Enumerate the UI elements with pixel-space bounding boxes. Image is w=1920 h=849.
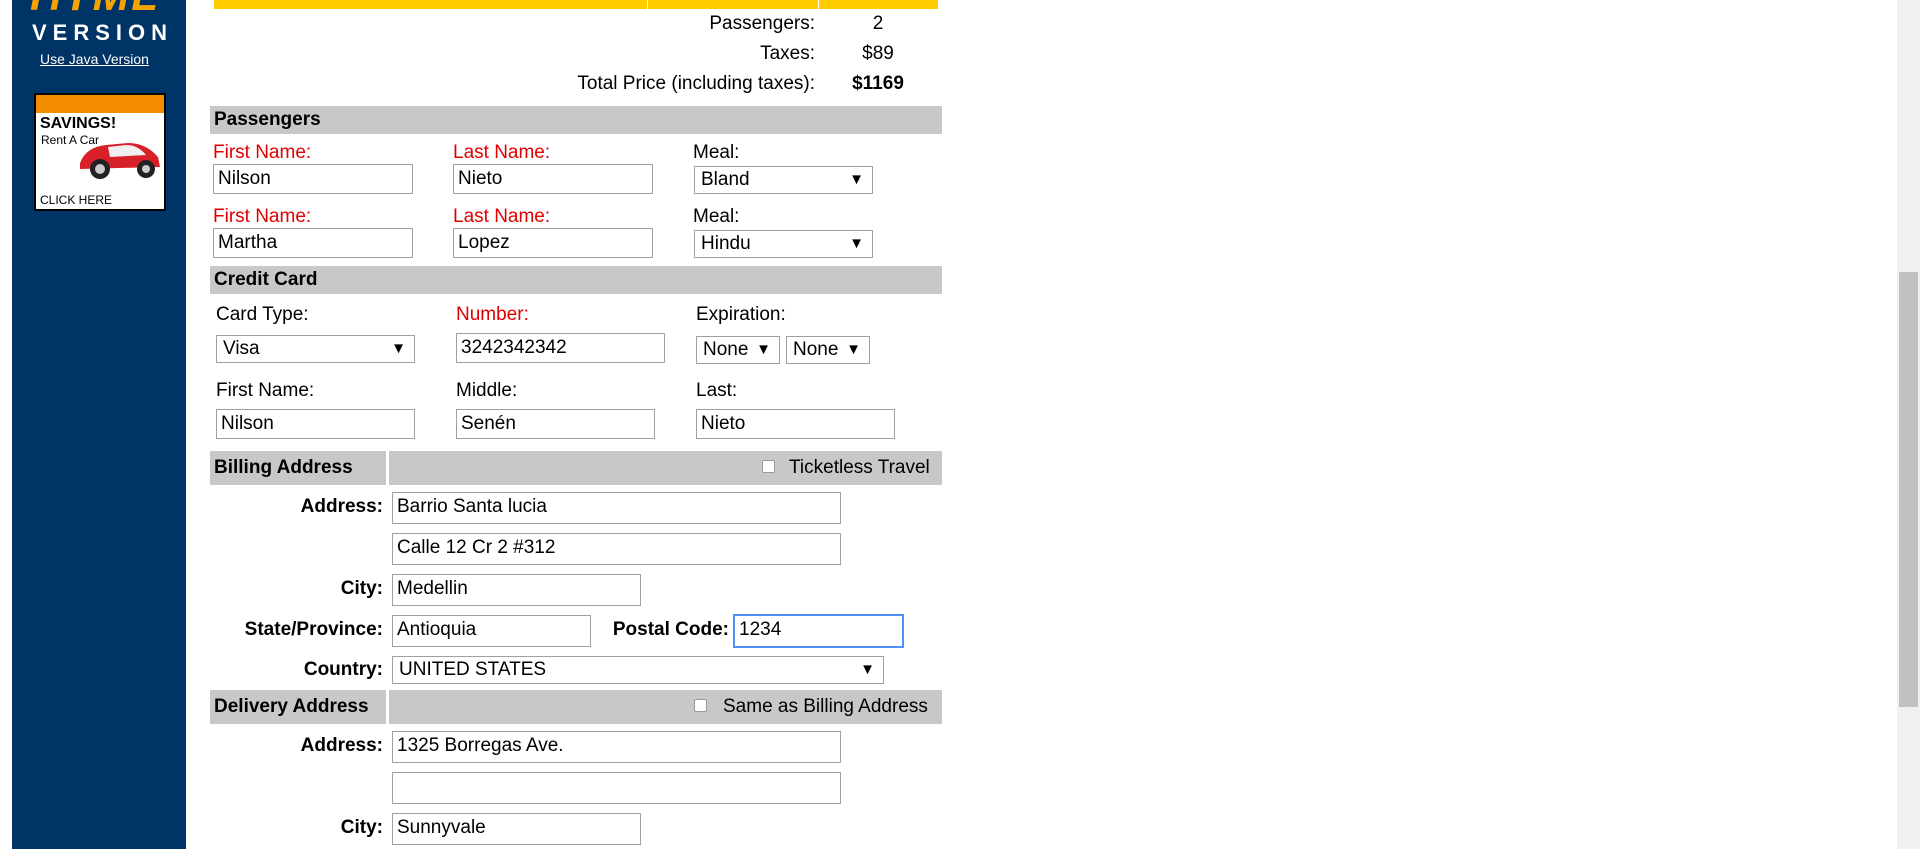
billing-address-line-1-input[interactable]: Barrio Santa lucia: [392, 492, 841, 524]
billing-address-section-header: Billing Address: [210, 451, 386, 485]
billing-address-label: Address:: [300, 496, 383, 517]
flight-row-highlight: [214, 0, 938, 9]
passenger-1-meal-value: Bland: [701, 169, 750, 190]
rent-a-car-ad[interactable]: SAVINGS! Rent A Car CLICK HERE: [34, 93, 166, 211]
logo-html: HTML: [30, 0, 160, 18]
row-separator: [818, 0, 819, 9]
billing-postal-code-input[interactable]: 1234: [733, 614, 904, 648]
same-as-billing-label: Same as Billing Address: [723, 696, 928, 717]
logo-version: VERSION: [32, 20, 174, 45]
card-first-name-label: First Name:: [216, 380, 315, 401]
passenger-1-meal-select[interactable]: Bland ▼: [694, 166, 873, 194]
expiration-label: Expiration:: [696, 304, 786, 325]
taxes-label: Taxes:: [760, 43, 815, 64]
billing-state-label: State/Province:: [244, 619, 383, 640]
row-separator: [647, 0, 648, 9]
passenger-1-first-name-input[interactable]: Nilson: [213, 164, 413, 194]
billing-address-section-title: Billing Address: [214, 457, 353, 478]
expiration-year-select[interactable]: None ▼: [786, 336, 870, 364]
card-first-name-input[interactable]: Nilson: [216, 409, 415, 439]
car-icon: [80, 143, 160, 179]
card-middle-name-input[interactable]: Senén: [456, 409, 655, 439]
passenger-2-last-name-label: Last Name:: [453, 206, 551, 227]
taxes-value: $89: [862, 43, 894, 64]
dropdown-arrow-icon: ▼: [860, 661, 875, 678]
billing-country-select[interactable]: UNITED STATES ▼: [392, 656, 884, 684]
delivery-city-label: City:: [340, 817, 383, 838]
dropdown-arrow-icon: ▼: [756, 341, 771, 358]
passengers-section-title: Passengers: [214, 109, 321, 130]
passenger-2-first-name-label: First Name:: [213, 206, 312, 227]
card-middle-name-label: Middle:: [456, 380, 518, 401]
scrollbar-thumb[interactable]: [1899, 272, 1918, 707]
ad-click-here: CLICK HERE: [40, 193, 113, 207]
card-last-name-label: Last:: [696, 380, 738, 401]
billing-city-label: City:: [340, 578, 383, 599]
dropdown-arrow-icon: ▼: [846, 341, 861, 358]
ticketless-travel-bar: Ticketless Travel: [389, 451, 942, 485]
credit-card-section-header: Credit Card: [210, 266, 942, 294]
card-type-select[interactable]: Visa ▼: [216, 335, 415, 363]
billing-postal-code-label: Postal Code:: [612, 619, 729, 640]
passenger-1-last-name-input[interactable]: Nieto: [453, 164, 653, 194]
delivery-address-section-header: Delivery Address: [210, 690, 386, 724]
billing-country-label: Country:: [303, 659, 383, 680]
credit-card-section-title: Credit Card: [214, 269, 318, 290]
total-price-value: $1169: [852, 73, 904, 94]
delivery-address-line-1-input[interactable]: 1325 Borregas Ave.: [392, 731, 841, 763]
card-type-value: Visa: [223, 338, 260, 359]
passengers-count-value: 2: [872, 13, 884, 34]
ad-savings-text: SAVINGS!: [40, 115, 117, 132]
passenger-2-meal-label: Meal:: [693, 206, 740, 227]
billing-city-input[interactable]: Medellin: [392, 574, 641, 606]
same-as-billing-checkbox[interactable]: [694, 699, 707, 712]
passengers-count-label: Passengers:: [709, 13, 815, 34]
expiration-month-value: None: [703, 339, 749, 360]
passenger-1-meal-label: Meal:: [693, 142, 740, 163]
passenger-2-last-name-input[interactable]: Lopez: [453, 228, 653, 258]
dropdown-arrow-icon: ▼: [849, 235, 864, 252]
ticketless-travel-checkbox[interactable]: [762, 460, 775, 473]
delivery-address-line-2-input[interactable]: [392, 772, 841, 804]
dropdown-arrow-icon: ▼: [391, 340, 406, 357]
card-type-label: Card Type:: [216, 304, 309, 325]
ad-top-bar: [36, 95, 164, 113]
use-java-version-link[interactable]: Use Java Version: [40, 51, 149, 67]
passenger-2-first-name-input[interactable]: Martha: [213, 228, 413, 258]
passenger-1-last-name-label: Last Name:: [453, 142, 551, 163]
billing-state-input[interactable]: Antioquia: [392, 615, 591, 647]
passenger-2-meal-value: Hindu: [701, 233, 751, 254]
same-as-billing-bar: Same as Billing Address: [389, 690, 942, 724]
passenger-1-first-name-label: First Name:: [213, 142, 312, 163]
delivery-city-input[interactable]: Sunnyvale: [392, 813, 641, 845]
dropdown-arrow-icon: ▼: [849, 171, 864, 188]
card-number-input[interactable]: 3242342342: [456, 333, 665, 363]
delivery-address-section-title: Delivery Address: [214, 696, 369, 717]
ticketless-travel-label: Ticketless Travel: [789, 457, 930, 478]
expiration-month-select[interactable]: None ▼: [696, 336, 780, 364]
passenger-2-meal-select[interactable]: Hindu ▼: [694, 230, 873, 258]
billing-address-line-2-input[interactable]: Calle 12 Cr 2 #312: [392, 533, 841, 565]
passengers-section-header: Passengers: [210, 106, 942, 134]
expiration-year-value: None: [793, 339, 839, 360]
billing-country-value: UNITED STATES: [399, 659, 547, 680]
delivery-address-label: Address:: [300, 735, 383, 756]
total-price-label: Total Price (including taxes):: [577, 73, 815, 94]
card-number-label: Number:: [456, 304, 529, 325]
card-last-name-input[interactable]: Nieto: [696, 409, 895, 439]
